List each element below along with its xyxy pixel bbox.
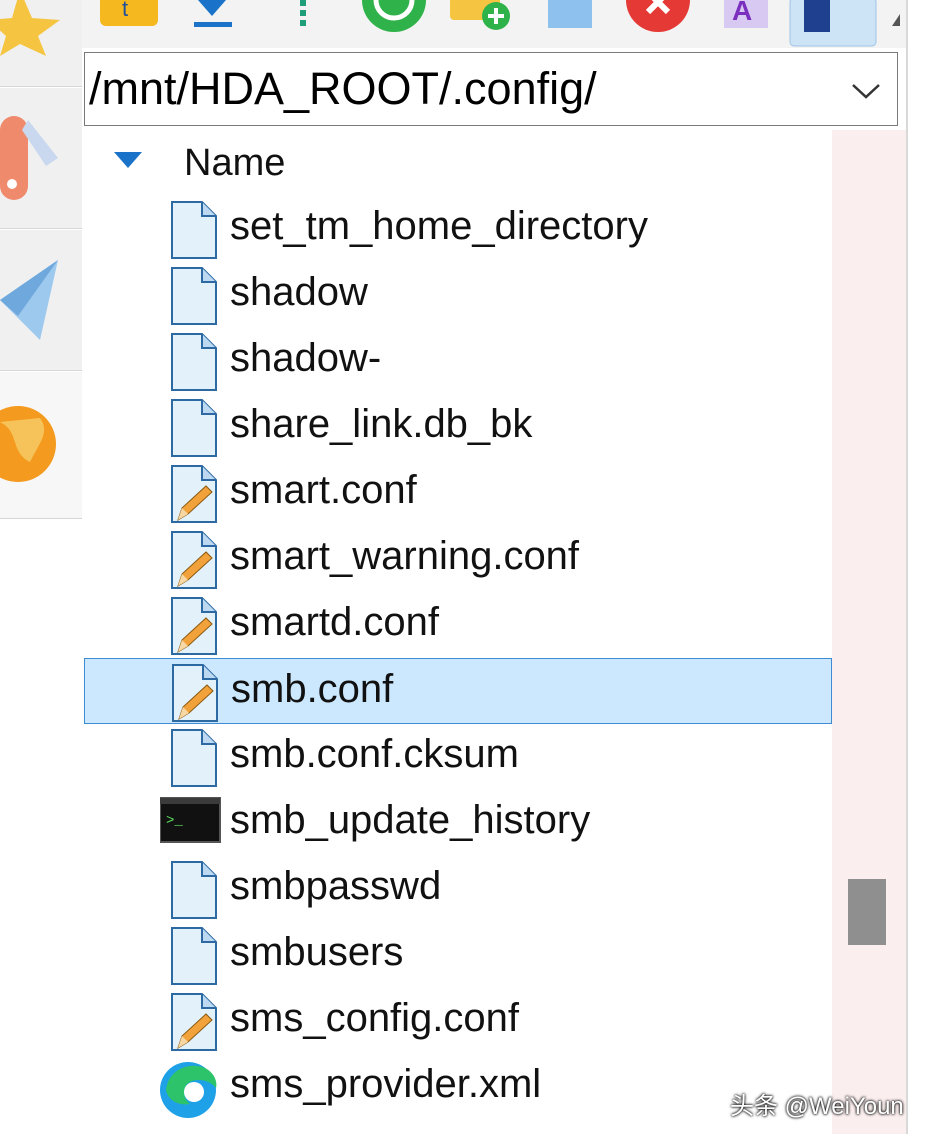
more-vertical-icon[interactable]: [290, 0, 320, 34]
font-icon[interactable]: A: [716, 0, 776, 34]
file-icon: [164, 266, 222, 326]
file-name: smbusers: [230, 930, 404, 974]
edge-browser-icon: [160, 1058, 218, 1118]
file-name: share_link.db_bk: [230, 402, 533, 446]
list-item[interactable]: smartd.conf: [84, 592, 832, 658]
list-item[interactable]: sms_config.conf: [84, 988, 832, 1054]
overflow-chevron-icon[interactable]: [886, 0, 906, 34]
paper-plane-icon: [0, 260, 58, 340]
file-icon: [164, 728, 222, 788]
sidebar-item-tools[interactable]: [0, 88, 82, 229]
watermark: 头条 @WeiYoun: [730, 1093, 904, 1120]
config-file-icon: [164, 992, 222, 1052]
view-pane-icon[interactable]: [788, 0, 878, 48]
file-name: smart.conf: [230, 468, 417, 512]
file-name: sms_provider.xml: [230, 1062, 542, 1106]
column-header-label: Name: [184, 142, 286, 184]
config-file-icon: [164, 596, 222, 656]
detail-pane: [832, 130, 906, 1134]
file-icon: [164, 926, 222, 986]
list-item[interactable]: smb.conf: [84, 658, 832, 724]
config-file-icon: [164, 530, 222, 590]
sort-down-icon[interactable]: [114, 152, 142, 170]
file-name: shadow: [230, 270, 368, 314]
file-name: shadow-: [230, 336, 382, 380]
pen-tool-icon: [0, 116, 58, 200]
sidebar-item-send[interactable]: [0, 230, 82, 371]
toolbar: t A: [82, 0, 906, 48]
file-name: smbpasswd: [230, 864, 442, 908]
check-circle-icon[interactable]: [356, 0, 430, 34]
config-file-icon: [165, 663, 223, 723]
file-icon: [164, 332, 222, 392]
config-file-icon: [164, 464, 222, 524]
file-name: smb.conf: [231, 667, 394, 711]
window-edge: [906, 0, 938, 1134]
path-bar[interactable]: /mnt/HDA_ROOT/.config/: [84, 52, 898, 126]
square-icon[interactable]: [540, 0, 600, 34]
file-name: smb_update_history: [230, 798, 591, 842]
download-icon[interactable]: [182, 0, 242, 34]
list-item[interactable]: set_tm_home_directory: [84, 196, 832, 262]
file-name: sms_config.conf: [230, 996, 520, 1040]
file-name: smb.conf.cksum: [230, 732, 519, 776]
file-icon: [164, 398, 222, 458]
new-folder-icon[interactable]: [446, 0, 516, 34]
list-item[interactable]: smart_warning.conf: [84, 526, 832, 592]
sidebar-item-favorites[interactable]: [0, 0, 82, 87]
path-input[interactable]: /mnt/HDA_ROOT/.config/: [89, 59, 829, 119]
left-sidebar: [0, 0, 82, 1134]
svg-text:>_: >_: [166, 813, 183, 829]
scrollbar-thumb[interactable]: [848, 879, 886, 945]
chevron-down-icon[interactable]: [849, 73, 883, 107]
file-name: smartd.conf: [230, 600, 439, 644]
list-item[interactable]: sms_provider.xml: [84, 1054, 832, 1120]
list-item[interactable]: smbpasswd: [84, 856, 832, 922]
file-name: set_tm_home_directory: [230, 204, 648, 248]
list-item[interactable]: >_ smb_update_history: [84, 790, 832, 856]
list-item[interactable]: smart.conf: [84, 460, 832, 526]
list-item[interactable]: shadow-: [84, 328, 832, 394]
terminal-icon: >_: [159, 794, 221, 854]
file-icon: [164, 860, 222, 920]
column-header-name[interactable]: Name: [84, 130, 832, 196]
globe-icon: [0, 406, 56, 482]
delete-icon[interactable]: [622, 0, 692, 34]
file-icon: [164, 200, 222, 260]
list-item[interactable]: share_link.db_bk: [84, 394, 832, 460]
bookmark-icon[interactable]: t: [96, 0, 164, 30]
list-item[interactable]: smbusers: [84, 922, 832, 988]
list-item[interactable]: smb.conf.cksum: [84, 724, 832, 790]
file-list: Name set_tm_home_directoryshadow shadow-s…: [84, 130, 832, 1134]
sidebar-item-web[interactable]: [0, 372, 82, 519]
star-icon: [0, 0, 60, 56]
list-item[interactable]: shadow: [84, 262, 832, 328]
svg-text:t: t: [122, 0, 128, 21]
file-name: smart_warning.conf: [230, 534, 580, 578]
svg-text:A: A: [732, 0, 752, 26]
